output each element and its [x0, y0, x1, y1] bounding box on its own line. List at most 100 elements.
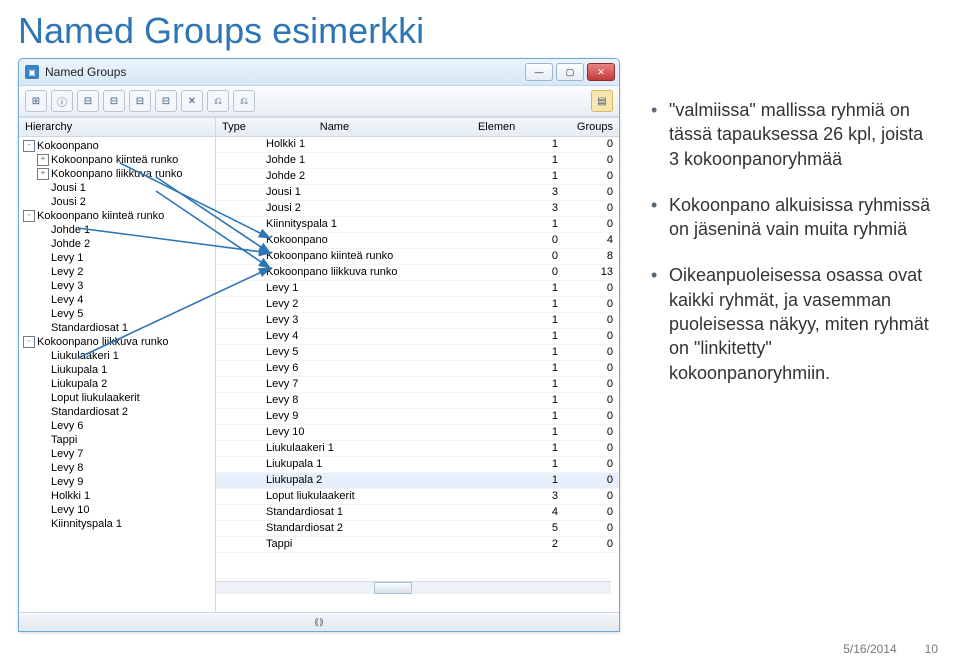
toolbar-icon[interactable]: ⊟ [77, 90, 99, 112]
list-row[interactable]: Johde 110 [216, 153, 619, 169]
tree-node[interactable]: Levy 10 [23, 503, 215, 517]
list-row[interactable]: Levy 210 [216, 297, 619, 313]
tree-node[interactable]: Tappi [23, 433, 215, 447]
list-row[interactable]: Levy 110 [216, 281, 619, 297]
tree-node[interactable]: Holkki 1 [23, 489, 215, 503]
toolbar-icon[interactable]: ⊟ [129, 90, 151, 112]
list-row[interactable]: Jousi 130 [216, 185, 619, 201]
tree-node[interactable]: Liukupala 1 [23, 363, 215, 377]
tree-node-label: Levy 2 [51, 265, 83, 279]
tree-node[interactable]: Levy 7 [23, 447, 215, 461]
tree-expand-icon[interactable]: + [37, 168, 49, 180]
list-row[interactable]: Tappi20 [216, 537, 619, 553]
row-groups: 0 [558, 473, 613, 488]
toolbar-icon[interactable]: ⊟ [103, 90, 125, 112]
row-name: Standardiosat 2 [266, 521, 496, 536]
list-row[interactable]: Kiinnityspala 110 [216, 217, 619, 233]
list-row[interactable]: Levy 910 [216, 409, 619, 425]
list-row[interactable]: Levy 410 [216, 329, 619, 345]
tree-node[interactable]: Loput liukulaakerit [23, 391, 215, 405]
list-row[interactable]: Kokoonpano liikkuva runko013 [216, 265, 619, 281]
row-name: Levy 4 [266, 329, 496, 344]
tree-node[interactable]: Levy 4 [23, 293, 215, 307]
close-button[interactable]: ✕ [587, 63, 615, 81]
row-name: Johde 1 [266, 153, 496, 168]
list-row[interactable]: Jousi 230 [216, 201, 619, 217]
list-row[interactable]: Johde 210 [216, 169, 619, 185]
tree-node[interactable]: Johde 2 [23, 237, 215, 251]
row-groups: 0 [558, 537, 613, 552]
tree-node[interactable]: Standardiosat 1 [23, 321, 215, 335]
row-elements: 1 [496, 297, 558, 312]
tree-node-label: Levy 3 [51, 279, 83, 293]
tree-node[interactable]: Liukulaakeri 1 [23, 349, 215, 363]
list-row[interactable]: Standardiosat 250 [216, 521, 619, 537]
row-elements: 1 [496, 217, 558, 232]
row-name: Liukupala 2 [266, 473, 496, 488]
tree-node-label: Standardiosat 2 [51, 405, 128, 419]
horizontal-scrollbar[interactable] [374, 582, 412, 594]
row-name: Levy 8 [266, 393, 496, 408]
list-row[interactable]: Holkki 110 [216, 137, 619, 153]
tree-node[interactable]: -Kokoonpano [23, 139, 215, 153]
row-groups: 0 [558, 201, 613, 216]
row-elements: 1 [496, 425, 558, 440]
toolbar-icon[interactable]: ⎌ [207, 90, 229, 112]
tree-node[interactable]: Levy 2 [23, 265, 215, 279]
list-row[interactable]: Levy 810 [216, 393, 619, 409]
list-row[interactable]: Kokoonpano kiinteä runko08 [216, 249, 619, 265]
row-elements: 1 [496, 313, 558, 328]
row-name: Levy 2 [266, 297, 496, 312]
list-row[interactable]: Levy 610 [216, 361, 619, 377]
tree-node[interactable]: -Kokoonpano kiinteä runko [23, 209, 215, 223]
tree-node[interactable]: -Kokoonpano liikkuva runko [23, 335, 215, 349]
list-row[interactable]: Liukupala 110 [216, 457, 619, 473]
toolbar-icon[interactable]: ⎌ [233, 90, 255, 112]
tree-expand-icon[interactable]: - [23, 210, 35, 222]
toolbar-icon[interactable]: ⊟ [155, 90, 177, 112]
tree-node[interactable]: +Kokoonpano liikkuva runko [23, 167, 215, 181]
page-title: Named Groups esimerkki [0, 0, 960, 58]
list-row[interactable]: Standardiosat 140 [216, 505, 619, 521]
tree-expand-icon[interactable]: - [23, 336, 35, 348]
tree-node[interactable]: Levy 9 [23, 475, 215, 489]
list-row[interactable]: Liukupala 210 [216, 473, 619, 489]
list-row[interactable]: Levy 1010 [216, 425, 619, 441]
list-row[interactable]: Kokoonpano04 [216, 233, 619, 249]
tree-node[interactable]: Levy 3 [23, 279, 215, 293]
row-groups: 0 [558, 169, 613, 184]
maximize-button[interactable]: ▢ [556, 63, 584, 81]
tree-expand-icon[interactable]: + [37, 154, 49, 166]
row-groups: 0 [558, 409, 613, 424]
tree-node[interactable]: Johde 1 [23, 223, 215, 237]
col-elements-header: Elemen [418, 121, 516, 133]
tree-node[interactable]: Liukupala 2 [23, 377, 215, 391]
toolbar-icon[interactable]: ⊞ [25, 90, 47, 112]
row-groups: 0 [558, 345, 613, 360]
tree-node[interactable]: Jousi 2 [23, 195, 215, 209]
tree-node[interactable]: Standardiosat 2 [23, 405, 215, 419]
tree-node[interactable]: Levy 1 [23, 251, 215, 265]
row-elements: 5 [496, 521, 558, 536]
toolbar-icon[interactable]: ⓘ [51, 90, 73, 112]
list-row[interactable]: Levy 510 [216, 345, 619, 361]
toolbar-icon[interactable]: ▤ [591, 90, 613, 112]
list-row[interactable]: Levy 710 [216, 377, 619, 393]
tree-expand-icon[interactable]: - [23, 140, 35, 152]
list-row[interactable]: Liukulaakeri 110 [216, 441, 619, 457]
row-elements: 1 [496, 345, 558, 360]
toolbar-icon[interactable]: ✕ [181, 90, 203, 112]
tree-node[interactable]: Levy 8 [23, 461, 215, 475]
tree-node[interactable]: Jousi 1 [23, 181, 215, 195]
list-pane[interactable]: Type Name Elemen Groups Holkki 110Johde … [216, 118, 619, 612]
hierarchy-header: Hierarchy [19, 118, 215, 137]
tree-node[interactable]: Levy 5 [23, 307, 215, 321]
hierarchy-pane[interactable]: Hierarchy -Kokoonpano+Kokoonpano kiinteä… [19, 118, 216, 612]
tree-node[interactable]: +Kokoonpano kiinteä runko [23, 153, 215, 167]
list-row[interactable]: Loput liukulaakerit30 [216, 489, 619, 505]
row-elements: 3 [496, 489, 558, 504]
list-row[interactable]: Levy 310 [216, 313, 619, 329]
minimize-button[interactable]: — [525, 63, 553, 81]
tree-node[interactable]: Levy 6 [23, 419, 215, 433]
tree-node[interactable]: Kiinnityspala 1 [23, 517, 215, 531]
